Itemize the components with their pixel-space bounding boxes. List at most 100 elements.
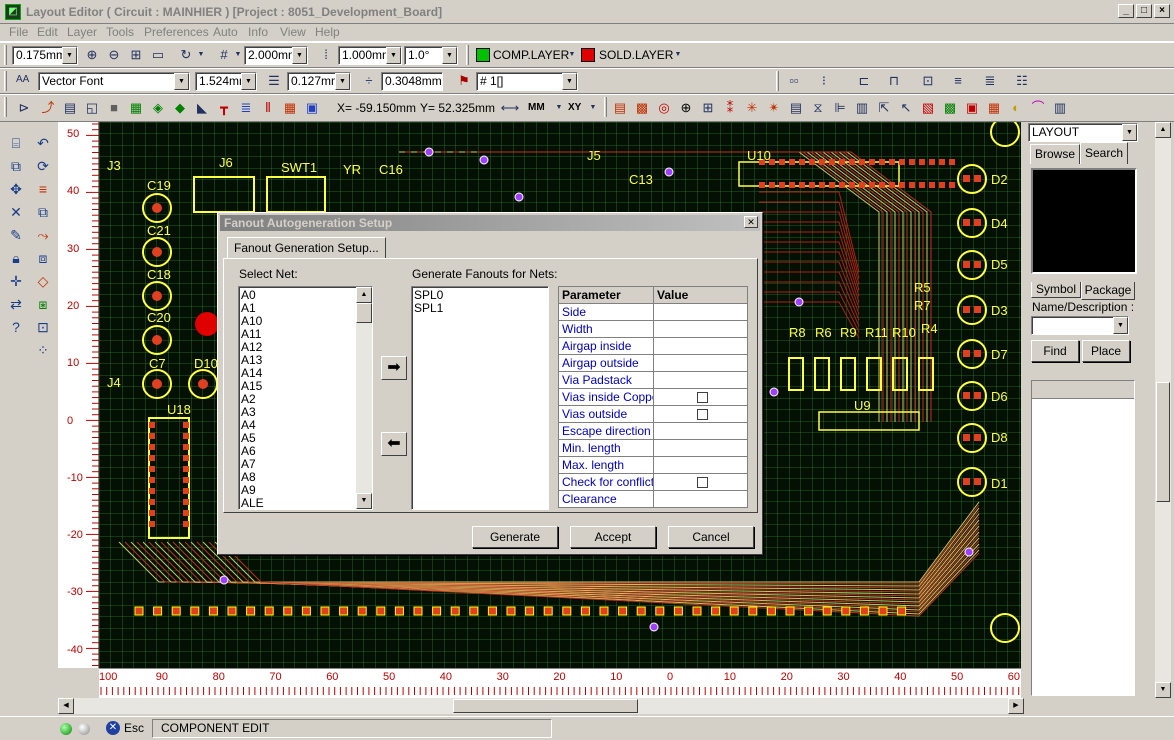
part-icon[interactable]: ⧆ [33,294,53,314]
scroll-right-icon[interactable]: ▶ [1008,698,1024,714]
tab-fanout-generation-setup[interactable]: Fanout Generation Setup... [227,237,386,259]
distribute-vertical-icon[interactable]: ≣ [980,71,1000,91]
close-button[interactable]: × [1154,4,1170,18]
fanout-icon[interactable]: ▥ [1050,98,1070,118]
drc-icon[interactable]: ▩ [632,98,652,118]
zoom-out-icon[interactable]: ⊖ [104,45,124,65]
net-list-item[interactable]: A5 [239,432,372,445]
sold-layer-dropdown-icon[interactable]: ▼ [673,45,683,65]
parameter-value[interactable] [653,388,748,406]
parameter-value[interactable] [653,405,748,423]
parameter-value[interactable] [653,371,748,389]
array-icon[interactable]: ⁘ [33,340,53,360]
parameter-checkbox[interactable] [696,477,708,489]
grid-dropdown-icon[interactable]: ▼ [233,45,243,65]
ratsnest-icon[interactable]: ✳ [742,98,762,118]
parameter-row[interactable]: Clearance [558,490,748,508]
grid-icon[interactable]: # [214,45,234,65]
net-list-item[interactable]: ALE [239,497,372,510]
report-icon[interactable]: ▤ [786,98,806,118]
menu-layer[interactable]: Layer [67,25,97,39]
unroute-icon[interactable]: ✴ [764,98,784,118]
net-combo[interactable]: # 1[] ▼ [476,72,578,91]
tab-browse[interactable]: Browse [1030,144,1080,164]
accept-button[interactable]: Accept [570,526,656,548]
redraw-dropdown-icon[interactable]: ▼ [196,45,206,65]
plane-icon[interactable]: ▦ [984,98,1004,118]
select-icon[interactable]: ⊳ [14,98,34,118]
group-icon[interactable]: ⧈ [33,248,53,268]
picture-icon[interactable]: ▣ [302,98,322,118]
copy-icon[interactable]: ⧉ [33,202,53,222]
scroll-down-icon[interactable]: ▼ [1155,682,1171,698]
vertical-scrollbar[interactable]: ▲ ▼ [1155,122,1171,698]
align-horizontal-icon[interactable]: ▫▫ [784,71,804,91]
snap-size-combo[interactable]: 1.000mm ▼ [338,46,402,65]
copper-icon[interactable]: ▦ [126,98,146,118]
selected-net-list[interactable]: SPL0 SPL1 [411,286,549,510]
delete-icon[interactable]: ✕ [6,202,26,222]
snap-icon[interactable]: ✛ [6,271,26,291]
dialog-close-icon[interactable]: ✕ [744,216,758,228]
net-list-down-icon[interactable]: ▼ [356,493,372,509]
parameter-row[interactable]: Max. length [558,456,748,474]
parameter-row[interactable]: Width [558,320,748,338]
net-list-item[interactable]: A3 [239,406,372,419]
center-icon[interactable]: ⊡ [918,71,938,91]
undo-icon[interactable]: ↶ [33,133,53,153]
parameter-value[interactable] [653,490,748,508]
find-button[interactable]: Find [1031,340,1079,362]
menu-tools[interactable]: Tools [106,25,134,39]
menu-view[interactable]: View [280,25,306,39]
parameter-value[interactable] [653,320,748,338]
swap-icon[interactable]: ⇄ [6,294,26,314]
align-vertical-icon[interactable]: ⁝ [814,71,834,91]
parameter-value[interactable] [653,303,748,321]
component-icon[interactable]: ◈ [148,98,168,118]
menu-info[interactable]: Info [248,25,268,39]
units-dropdown-icon[interactable]: ▼ [554,98,564,118]
net-list-item[interactable]: A4 [239,419,372,432]
scroll-up-icon[interactable]: ▲ [1155,122,1171,138]
net-list[interactable]: A0 A1 A10 A11 A12 A13 A14 A15 A2 A3 A4 A5 A6 A7 A8 A9 AL… [238,286,373,510]
cancel-button[interactable]: Cancel [668,526,754,548]
keepout-icon[interactable]: ▧ [918,98,938,118]
hierarchy-icon[interactable]: ⧉ [6,156,26,176]
spacing-field[interactable]: 0.3048mm [381,72,443,91]
parameter-value[interactable] [653,422,748,440]
target-icon[interactable]: ◎ [654,98,674,118]
parameter-row[interactable]: Min. length [558,439,748,457]
layer-icon[interactable]: ◣ [192,98,212,118]
net-list-item[interactable]: A8 [239,471,372,484]
table-icon[interactable]: ▦ [280,98,300,118]
horizontal-scrollbar[interactable]: ◀ ▶ [58,698,1024,714]
remove-net-button[interactable]: ⬅ [381,432,407,456]
arc-icon[interactable]: ◐ [1006,98,1026,118]
parameter-row[interactable]: Escape direction [558,422,748,440]
parameter-row[interactable]: Side [558,303,748,321]
rotate-icon[interactable]: ⟳ [33,156,53,176]
net-list-item[interactable]: A6 [239,445,372,458]
tab-symbol[interactable]: Symbol [1031,282,1081,298]
net-list-item[interactable]: A0 [239,289,372,302]
zoom-fit-icon[interactable]: ▭ [148,45,168,65]
parameter-value[interactable] [653,473,748,491]
sold-layer-button[interactable]: SOLD.LAYER [599,48,673,62]
parameter-row[interactable]: Vias outside [558,405,748,423]
comp-layer-button[interactable]: COMP.LAYER [493,48,569,62]
pick-icon[interactable]: ⇱ [874,98,894,118]
bus-icon[interactable]: ≣ [236,98,256,118]
board-outline-icon[interactable]: ▣ [962,98,982,118]
grid-table-icon[interactable]: ⊞ [698,98,718,118]
layers-stack-icon[interactable]: ▤ [610,98,630,118]
help-icon[interactable]: ? [6,317,26,337]
move-icon[interactable]: ✥ [6,179,26,199]
net-list-up-icon[interactable]: ▲ [356,287,372,303]
results-list[interactable] [1031,380,1135,696]
zoom-in-icon[interactable]: ⊕ [82,45,102,65]
tree-icon[interactable]: ⌸ [6,133,26,153]
route-icon[interactable]: ⤴ [38,98,58,118]
zoom-area-icon[interactable]: ⊞ [126,45,146,65]
net-list-thumb[interactable] [356,303,372,323]
esc-label[interactable]: Esc [124,721,144,735]
